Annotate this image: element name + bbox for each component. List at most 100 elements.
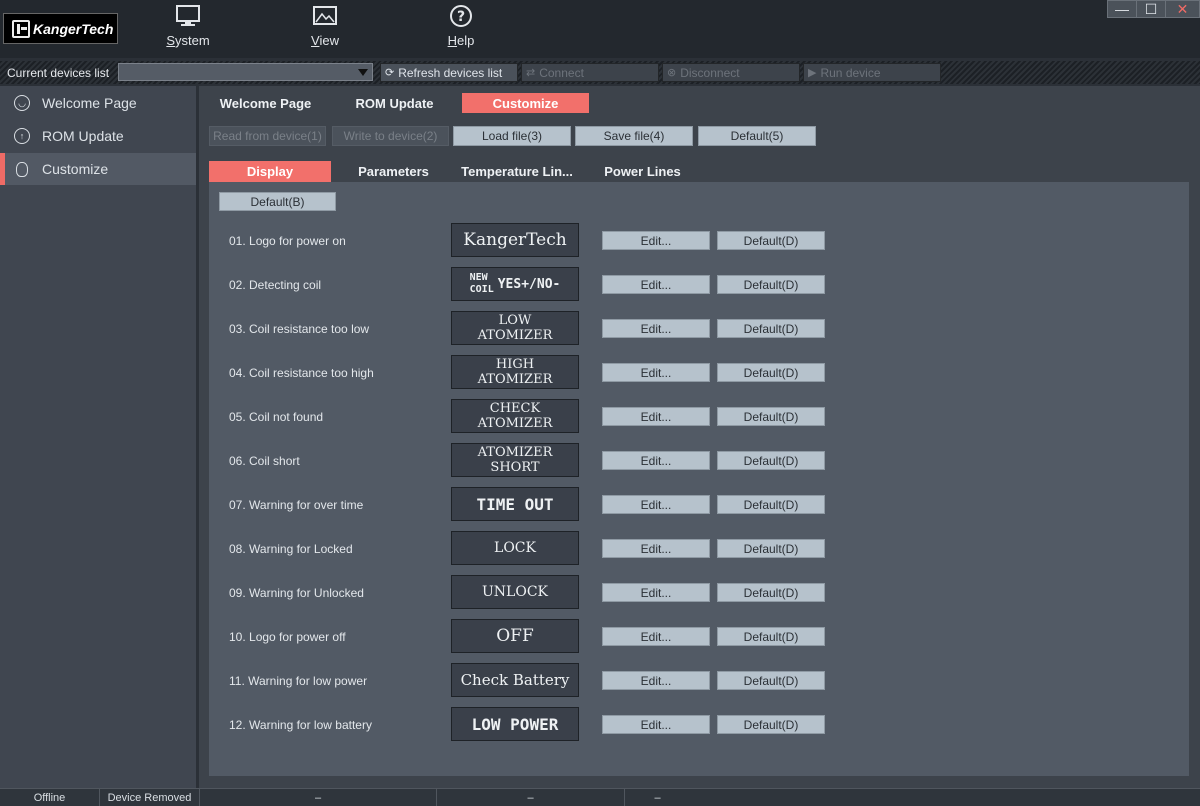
edit-button-low-power[interactable]: Edit... [602,671,710,690]
display-default-button[interactable]: Default(B) [219,192,336,211]
tab-welcome-page[interactable]: Welcome Page [205,93,326,113]
default-button-unlocked[interactable]: Default(D) [717,583,825,602]
edit-button-coil-too-high[interactable]: Edit... [602,363,710,382]
default-button-low-power[interactable]: Default(D) [717,671,825,690]
subtab-parameters[interactable]: Parameters [333,161,454,182]
preview-logo-power-on[interactable]: KangerTech [451,223,579,257]
menu-system[interactable]: System [148,4,228,56]
row-label-over-time: 07. Warning for over time [229,498,364,512]
menu-view[interactable]: View [285,4,365,56]
disconnect-icon: ⊗ [667,67,677,79]
status-field-3: – [200,789,437,806]
edit-button-power-off[interactable]: Edit... [602,627,710,646]
subtab-display[interactable]: Display [209,161,331,182]
status-bar: Offline Device Removed – – – [0,788,1200,806]
bulb-icon [16,161,28,177]
edit-button-detecting-coil[interactable]: Edit... [602,275,710,294]
default-button-over-time[interactable]: Default(D) [717,495,825,514]
preview-coil-short[interactable]: ATOMIZER SHORT [451,443,579,477]
preview-locked[interactable]: LOCK [451,531,579,565]
minimize-icon: — [1115,1,1129,17]
app-logo: KangerTech [3,13,118,44]
row-label-power-off: 10. Logo for power off [229,630,346,644]
close-icon: ✕ [1176,0,1189,17]
preview-low-battery[interactable]: LOW POWER [451,707,579,741]
logo-text: KangerTech [33,20,114,37]
disconnect-button[interactable]: ⊗ Disconnect [662,63,800,82]
connect-button[interactable]: ⇄ Connect [521,63,659,82]
edit-button-coil-too-low[interactable]: Edit... [602,319,710,338]
refresh-icon: ⟳ [385,67,395,79]
run-device-button[interactable]: ▶ Run device [803,63,941,82]
edit-button-unlocked[interactable]: Edit... [602,583,710,602]
edit-button-logo-power-on[interactable]: Edit... [602,231,710,250]
devices-label: Current devices list [7,66,110,80]
edit-button-low-battery[interactable]: Edit... [602,715,710,734]
default-5-button[interactable]: Default(5) [698,126,816,146]
row-label-coil-too-high: 04. Coil resistance too high [229,366,374,380]
edit-button-coil-short[interactable]: Edit... [602,451,710,470]
read-from-device-button[interactable]: Read from device(1) [209,126,326,146]
edit-button-coil-not-found[interactable]: Edit... [602,407,710,426]
default-button-locked[interactable]: Default(D) [717,539,825,558]
default-button-coil-too-high[interactable]: Default(D) [717,363,825,382]
status-field-5: – [654,791,661,804]
connect-icon: ⇄ [526,67,536,79]
row-label-unlocked: 09. Warning for Unlocked [229,586,364,600]
preview-detecting-coil[interactable]: NEW COIL YES+/NO- [451,267,579,301]
monitor-icon [176,5,200,26]
maximize-button[interactable]: ☐ [1136,0,1166,18]
main-area: Welcome Page ROM Update Customize Read f… [199,86,1200,788]
default-button-detecting-coil[interactable]: Default(D) [717,275,825,294]
preview-unlocked[interactable]: UNLOCK [451,575,579,609]
default-button-low-battery[interactable]: Default(D) [717,715,825,734]
sidebar: ◡ Welcome Page ↑ ROM Update Customize [0,86,196,788]
row-label-logo-power-on: 01. Logo for power on [229,234,346,248]
default-button-logo-power-on[interactable]: Default(D) [717,231,825,250]
refresh-devices-button[interactable]: ⟳ Refresh devices list [380,63,518,82]
subtab-temperature-lines[interactable]: Temperature Lin... [457,161,577,182]
row-label-low-battery: 12. Warning for low battery [229,718,372,732]
tab-customize[interactable]: Customize [462,93,589,113]
default-button-coil-short[interactable]: Default(D) [717,451,825,470]
subtab-power-lines[interactable]: Power Lines [581,161,704,182]
help-icon: ? [450,5,472,27]
minimize-button[interactable]: — [1107,0,1137,18]
edit-button-locked[interactable]: Edit... [602,539,710,558]
write-to-device-button[interactable]: Write to device(2) [332,126,449,146]
menu-help[interactable]: ? Help [421,4,501,56]
sidebar-item-customize[interactable]: Customize [0,153,196,185]
row-label-low-power: 11. Warning for low power [229,674,368,688]
edit-button-over-time[interactable]: Edit... [602,495,710,514]
row-label-coil-too-low: 03. Coil resistance too low [229,322,370,336]
default-button-coil-not-found[interactable]: Default(D) [717,407,825,426]
kangertech-app: KangerTech System View ? Help — ☐ ✕ Curr… [0,0,1200,806]
image-icon [313,6,337,25]
status-field-4: – [437,789,625,806]
sidebar-item-rom-update[interactable]: ↑ ROM Update [0,120,196,152]
default-button-coil-too-low[interactable]: Default(D) [717,319,825,338]
devices-dropdown[interactable] [118,63,373,81]
smiley-icon: ◡ [14,95,30,111]
dropdown-arrow-icon [358,69,368,76]
preview-coil-too-low[interactable]: LOW ATOMIZER [451,311,579,345]
tab-rom-update[interactable]: ROM Update [332,93,457,113]
close-button[interactable]: ✕ [1165,0,1200,18]
save-file-button[interactable]: Save file(4) [575,126,693,146]
row-label-detecting-coil: 02. Detecting coil [229,278,322,292]
preview-over-time[interactable]: TIME OUT [451,487,579,521]
sidebar-item-welcome-page[interactable]: ◡ Welcome Page [0,87,196,119]
preview-power-off[interactable]: OFF [451,619,579,653]
row-label-coil-not-found: 05. Coil not found [229,410,324,424]
preview-coil-too-high[interactable]: HIGH ATOMIZER [451,355,579,389]
upload-icon: ↑ [14,128,30,144]
kangertech-logo-icon [12,19,30,38]
row-label-coil-short: 06. Coil short [229,454,300,468]
status-device: Device Removed [100,789,200,806]
load-file-button[interactable]: Load file(3) [453,126,571,146]
devices-bar: Current devices list ⟳ Refresh devices li… [0,61,1200,84]
preview-low-power[interactable]: Check Battery [451,663,579,697]
top-menu-bar: KangerTech System View ? Help — ☐ ✕ [0,0,1200,58]
default-button-power-off[interactable]: Default(D) [717,627,825,646]
preview-coil-not-found[interactable]: CHECK ATOMIZER [451,399,579,433]
